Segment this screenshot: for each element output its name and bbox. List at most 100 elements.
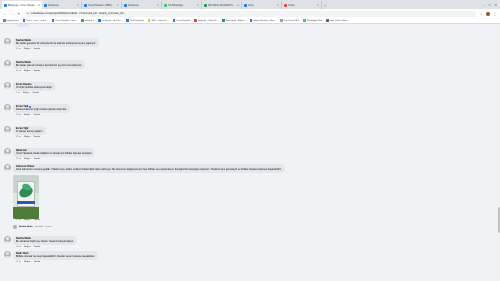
star-icon[interactable]: ☆ [479, 12, 483, 16]
comment-text: Bu olmazsa hiçbir şey olmaz. Sesimizi du… [16, 240, 74, 244]
like-button[interactable]: Beğen [24, 158, 30, 160]
browser-tab[interactable]: SPL2019 LACİVERD SHAMOT✕ [202, 1, 242, 9]
bookmark-item[interactable]: Ücret Hareketi [172, 19, 190, 22]
browser-tab[interactable]: Facebook ✕ [42, 1, 82, 9]
tab-close-icon[interactable]: ✕ [237, 4, 239, 7]
browser-tab[interactable]: CS WhatsApp ✕ [162, 1, 202, 9]
commenter-avatar[interactable] [4, 38, 11, 45]
comment-text: Bu kadar gereksiz bir ortamda bir de kad… [16, 42, 96, 46]
comment-time[interactable]: 14 sa [16, 70, 21, 72]
bookmark-item[interactable]: SBP - Online Ec... [147, 19, 169, 22]
reply-button[interactable]: Yanıtla [33, 219, 40, 221]
forward-icon[interactable]: → [10, 12, 14, 16]
tab-title: Facebook [48, 3, 59, 7]
tab-close-icon[interactable]: ✕ [157, 4, 159, 7]
bookmark-item[interactable]: Uygulamalar [3, 19, 19, 22]
commenter-avatar[interactable] [4, 126, 11, 133]
comment-time[interactable]: 1 sa [16, 92, 20, 94]
close-window-button[interactable]: ✕ [494, 3, 497, 7]
like-button[interactable]: Beğen [23, 92, 29, 94]
comment: Nevbie Mutlu Bu kadar çaresiz olmanın da … [4, 60, 492, 72]
comment-time[interactable]: 12 sa [16, 261, 21, 263]
commenter-avatar[interactable] [4, 60, 11, 67]
bookmark-item[interactable]: www | Ücret Ham... [326, 19, 348, 22]
reply-button[interactable]: Yanıtla [33, 261, 40, 263]
comment-time[interactable]: 13 sa [16, 158, 21, 160]
tab-close-icon[interactable]: ✕ [117, 4, 119, 7]
bookmark-item[interactable]: whatleg.tr [81, 19, 94, 22]
browser-tab[interactable]: Ücret ✕ [242, 1, 282, 9]
like-button[interactable]: Beğen [24, 48, 30, 50]
scrollbar-thumb[interactable] [497, 207, 500, 233]
browser-tab[interactable]: Facebook ✕ [122, 1, 162, 9]
comment-actions: 13 sa Beğen Yanıtla [13, 245, 492, 248]
like-button[interactable]: Beğen [24, 136, 30, 138]
tab-close-icon[interactable]: ✕ [38, 4, 40, 7]
comment-time[interactable]: 13 sa [16, 114, 21, 116]
like-button[interactable]: Beğen [24, 70, 30, 72]
comment-actions: 13 sa Beğen Yanıtla [13, 113, 492, 116]
bookmark-item[interactable]: Ücret - ücret - online... [22, 19, 48, 22]
bookmark-item[interactable]: Facebook - Sivil Ku... [98, 19, 122, 22]
reply-button[interactable]: Yanıtla [33, 48, 40, 50]
tab-close-icon[interactable]: ✕ [77, 4, 79, 7]
tab-close-icon[interactable]: ✕ [197, 4, 199, 7]
tab-favicon-icon [244, 3, 247, 7]
comment-text: Bu kadar çaresiz olmanın da ötesi bir şe… [16, 64, 82, 68]
reply-button[interactable]: Yanıtla [33, 136, 40, 138]
maximize-button[interactable]: □ [489, 3, 491, 7]
commenter-avatar[interactable] [4, 82, 11, 89]
reply-button[interactable]: Yanıtla [32, 92, 39, 94]
bookmark-item[interactable]: Ücret Hareketi [126, 19, 144, 22]
bookmark-item[interactable]: Ana Sayfa - Eğitim... [222, 19, 246, 22]
url-text: m.facebook.com/groups/2020/permalink/...… [30, 12, 126, 15]
comment: Ercan Kaptan O hiçbir şekilde sözleşmeli … [4, 82, 492, 94]
commenter-avatar[interactable] [4, 236, 11, 243]
tab-title: CS WhatsApp [168, 3, 184, 7]
comment: Nevbie Mutlu Bu kadar gereksiz bir ortamd… [4, 38, 492, 50]
bookmark-label: Ücret Hareketi - Sivil... [55, 19, 78, 22]
like-button[interactable]: Beğen [24, 261, 30, 263]
bookmark-item[interactable]: WhatsApp Web [303, 19, 322, 22]
comment-time[interactable]: 13 sa [16, 246, 21, 248]
reply-button[interactable]: Yanıtla [33, 114, 40, 116]
tab-close-icon[interactable]: ✕ [317, 4, 319, 7]
menu-icon[interactable]: ⋮ [493, 12, 497, 16]
commenter-avatar[interactable] [4, 164, 11, 171]
commenter-avatar[interactable] [4, 104, 11, 111]
commenter-avatar[interactable] [4, 251, 11, 258]
reply-button[interactable]: Yanıtla [33, 246, 40, 248]
bookmark-item[interactable]: Haberler - Online E... [194, 19, 218, 22]
browser-tab[interactable]: Ücret Hareketi - SBPÇOP İK HO...✕ [82, 1, 122, 9]
comment-time[interactable]: 13 sa [16, 219, 21, 221]
comment-photo[interactable] [13, 174, 39, 219]
reply-button[interactable]: Yanıtla [33, 70, 40, 72]
reply-summary[interactable]: Nevbie Mutlu yanıtladı · 1 yanıt [13, 225, 51, 229]
reload-icon[interactable]: ↻ [17, 12, 21, 16]
tab-close-icon[interactable]: ✕ [277, 4, 279, 7]
bookmark-item[interactable]: Yazı Kurulu (E2) [280, 19, 299, 22]
minimize-button[interactable]: – [483, 3, 485, 7]
back-icon[interactable]: ← [3, 12, 7, 16]
bookmark-item[interactable]: Ücret Hareketi - Sivil... [51, 19, 78, 22]
profile-avatar[interactable] [486, 11, 490, 16]
commenter-avatar[interactable] [4, 148, 11, 155]
bookmark-label: Facebook - Sivil Ku... [101, 19, 123, 22]
browser-tab[interactable]: Gmail ✕ [282, 1, 322, 9]
comment-time[interactable]: 13 sa [16, 136, 21, 138]
like-button[interactable]: Beğen [24, 246, 30, 248]
tab-title: SPL2019 LACİVERD SHAMOT [208, 3, 236, 7]
like-button[interactable]: Beğen [24, 114, 30, 116]
bookmark-label: WhatsApp Web [306, 19, 323, 22]
bookmark-item[interactable]: Bilişim Hareketi - Ana... [249, 19, 276, 22]
comment-text: Ücret Hareketi olarak haklarımızı almak … [16, 152, 93, 156]
bookmark-favicon-icon [147, 19, 151, 22]
browser-tab[interactable]: Bilgilenge - Ücret Hareketi ile...✕ [2, 1, 42, 9]
replier-name: Nevbie Mutlu [19, 226, 33, 228]
comment-time[interactable]: 14 sa [16, 48, 21, 50]
reply-button[interactable]: Yanıtla [33, 158, 40, 160]
reply-note: yanıtladı · 1 yanıt [34, 226, 52, 228]
url-field[interactable]: 🔒︎ m.facebook.com/groups/2020/permalink/… [24, 10, 476, 17]
like-button[interactable]: Beğen [24, 219, 30, 221]
new-tab-button[interactable]: + [322, 1, 328, 9]
